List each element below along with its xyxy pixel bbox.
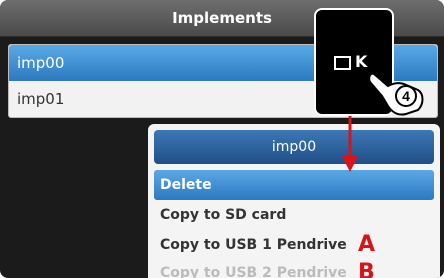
context-menu-title-label: imp00 bbox=[271, 139, 317, 155]
menu-item-label: Copy to SD card bbox=[160, 207, 287, 223]
step-number: 4 bbox=[402, 88, 410, 104]
ok-square-icon bbox=[334, 55, 351, 70]
menu-item-copy-usb1[interactable]: Copy to USB 1 Pendrive A bbox=[154, 230, 434, 260]
ok-key-k: K bbox=[355, 52, 369, 71]
context-menu: imp00 Delete Copy to SD card Copy to USB… bbox=[148, 124, 440, 278]
list-item-label: imp01 bbox=[17, 90, 65, 108]
menu-item-copy-sd[interactable]: Copy to SD card bbox=[154, 200, 434, 230]
menu-item-label: Copy to USB 2 Pendrive bbox=[160, 265, 347, 278]
menu-item-label: Delete bbox=[160, 177, 212, 193]
arrow-down-icon bbox=[342, 116, 358, 172]
pointing-hand-icon: 4 bbox=[368, 72, 424, 116]
ok-key-label: K bbox=[334, 52, 368, 71]
callout-marker-b: B bbox=[358, 260, 375, 278]
menu-item-delete[interactable]: Delete bbox=[154, 170, 434, 200]
menu-item-label: Copy to USB 1 Pendrive bbox=[160, 237, 347, 253]
callout-marker-a: A bbox=[358, 232, 376, 257]
context-menu-title: imp00 bbox=[154, 130, 434, 164]
menu-item-copy-usb2: Copy to USB 2 Pendrive B bbox=[154, 258, 434, 278]
list-item-label: imp00 bbox=[17, 54, 65, 72]
